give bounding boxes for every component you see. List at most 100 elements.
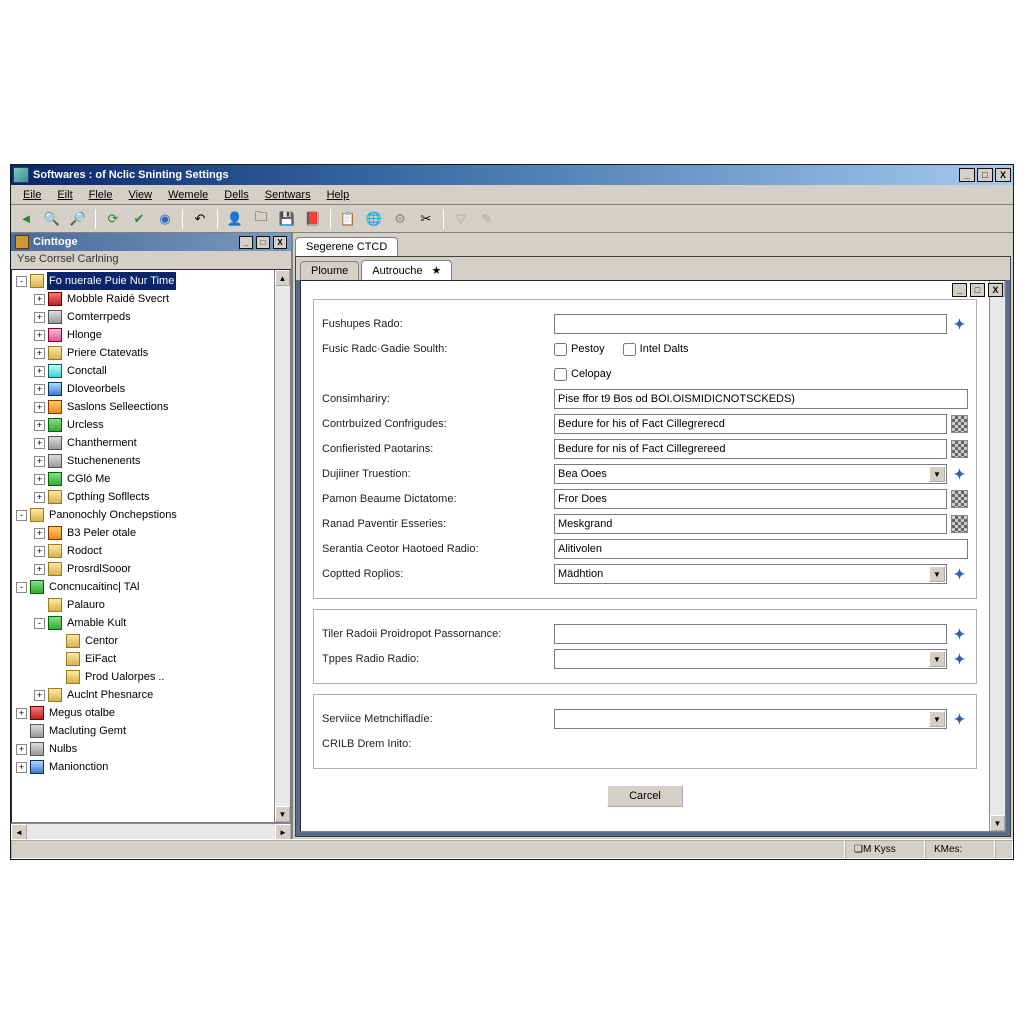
tree-expander-icon[interactable]: + <box>34 438 45 449</box>
browse-icon[interactable] <box>951 490 968 508</box>
checkbox-pestoy[interactable]: Pestoy <box>554 343 605 356</box>
doc-close-button[interactable]: X <box>988 283 1003 297</box>
world-icon[interactable]: 🌐 <box>363 208 385 230</box>
browse-icon[interactable] <box>951 415 968 433</box>
tree-node[interactable]: Macluting Gemt <box>12 722 274 740</box>
save-icon[interactable]: 💾 <box>276 208 298 230</box>
paste-icon[interactable]: 📋 <box>337 208 359 230</box>
user-icon[interactable]: 👤 <box>224 208 246 230</box>
tree-expander-icon[interactable]: - <box>16 510 27 521</box>
tree-expander-icon[interactable]: + <box>34 528 45 539</box>
menu-view[interactable]: View <box>120 187 160 203</box>
tree-node[interactable]: +Megus otalbe <box>12 704 274 722</box>
tree-node[interactable]: EiFact <box>12 650 274 668</box>
tree-node[interactable]: +Conctall <box>12 362 274 380</box>
form-vertical-scrollbar[interactable]: ▲ ▼ <box>989 281 1005 831</box>
combo-dujiiner[interactable]: Bea Ooes▼ <box>554 464 947 484</box>
tree-node[interactable]: -Fo nuerale Puie Nur Time <box>12 272 274 290</box>
tree-node[interactable]: Centor <box>12 632 274 650</box>
menu-wemele[interactable]: Wemele <box>160 187 216 203</box>
combo-tppes[interactable]: ▼ <box>554 649 947 669</box>
tree-expander-icon[interactable]: + <box>16 744 27 755</box>
menu-file[interactable]: Eile <box>15 187 49 203</box>
tree-node[interactable]: +Hlonge <box>12 326 274 344</box>
tree-expander-icon[interactable]: + <box>34 330 45 341</box>
filter-icon[interactable]: ▽ <box>450 208 472 230</box>
cancel-button[interactable]: Carcel <box>607 785 683 807</box>
doc-maximize-button[interactable]: □ <box>970 283 985 297</box>
browse-icon[interactable] <box>951 440 968 458</box>
tree-node[interactable]: Prod Ualorpes .. <box>12 668 274 686</box>
menu-flele[interactable]: Flele <box>81 187 121 203</box>
input-pamon[interactable] <box>554 489 947 509</box>
panel-maximize-button[interactable]: □ <box>256 236 270 249</box>
action-icon[interactable]: ✦ <box>951 625 968 643</box>
combo-serviice[interactable]: ▼ <box>554 709 947 729</box>
tree-node[interactable]: +Manionction <box>12 758 274 776</box>
tab-segerene[interactable]: Segerene CTCD <box>295 237 398 256</box>
scroll-down-icon[interactable]: ▼ <box>275 806 290 822</box>
scroll-up-icon[interactable]: ▲ <box>275 270 290 286</box>
tree-node[interactable]: +Nulbs <box>12 740 274 758</box>
cut-icon[interactable]: ✂ <box>415 208 437 230</box>
book-icon[interactable]: 📕 <box>302 208 324 230</box>
combo-coptted[interactable]: Mädhtion▼ <box>554 564 947 584</box>
undo-icon[interactable]: ↶ <box>189 208 211 230</box>
input-contrbuized[interactable] <box>554 414 947 434</box>
tree-node[interactable]: Palauro <box>12 596 274 614</box>
maximize-button[interactable]: □ <box>977 168 993 182</box>
tree-expander-icon[interactable]: + <box>34 546 45 557</box>
checkbox-celopay[interactable]: Celopay <box>554 368 611 381</box>
tree-horizontal-scrollbar[interactable]: ◄ ► <box>11 823 291 839</box>
tree-node[interactable]: +Stuchenenents <box>12 452 274 470</box>
tree-node[interactable]: -Amable Kult <box>12 614 274 632</box>
menu-edit[interactable]: Eilt <box>49 187 80 203</box>
tree-node[interactable]: +Cpthing Sofllects <box>12 488 274 506</box>
action-icon[interactable]: ✦ <box>951 650 968 668</box>
minimize-button[interactable]: _ <box>959 168 975 182</box>
tree-expander-icon[interactable]: + <box>34 384 45 395</box>
tree-expander-icon[interactable]: + <box>16 762 27 773</box>
scroll-track[interactable] <box>275 286 290 806</box>
tree-node[interactable]: +Saslons Selleections <box>12 398 274 416</box>
tree-node[interactable]: +Rodoct <box>12 542 274 560</box>
tree-node[interactable]: +Auclnt Phesnarce <box>12 686 274 704</box>
chevron-down-icon[interactable]: ▼ <box>929 651 945 667</box>
zoom-in-icon[interactable]: 🔍 <box>41 208 63 230</box>
scroll-left-icon[interactable]: ◄ <box>11 824 27 839</box>
input-tiler[interactable] <box>554 624 947 644</box>
tree-expander-icon[interactable]: + <box>34 348 45 359</box>
action-icon[interactable]: ✦ <box>951 465 968 483</box>
input-serantia[interactable] <box>554 539 968 559</box>
tree-expander-icon[interactable]: - <box>16 582 27 593</box>
tab-autrouche[interactable]: Autrouche ★ <box>361 260 452 280</box>
chevron-down-icon[interactable]: ▼ <box>929 466 945 482</box>
tree-node[interactable]: -Panonochly Onchepstions <box>12 506 274 524</box>
tree-expander-icon[interactable]: + <box>34 474 45 485</box>
tree-node[interactable]: +B3 Peler otale <box>12 524 274 542</box>
folder-icon[interactable]: 🗀 <box>250 208 272 230</box>
scroll-track[interactable] <box>990 297 1005 815</box>
tab-ploume[interactable]: Ploume <box>300 261 359 280</box>
panel-close-button[interactable]: X <box>273 236 287 249</box>
action-icon[interactable]: ✦ <box>951 565 968 583</box>
tree-node[interactable]: +ProsrdlSooor <box>12 560 274 578</box>
menu-sentwars[interactable]: Sentwars <box>257 187 319 203</box>
chevron-down-icon[interactable]: ▼ <box>929 711 945 727</box>
tree-expander-icon[interactable]: + <box>34 456 45 467</box>
input-fushupes[interactable] <box>554 314 947 334</box>
tree-node[interactable]: +CGló Me <box>12 470 274 488</box>
tree-expander-icon[interactable]: - <box>16 276 27 287</box>
navigation-tree[interactable]: -Fo nuerale Puie Nur Time+Mobble Raidé S… <box>12 270 274 822</box>
tree-expander-icon[interactable]: + <box>34 294 45 305</box>
doc-minimize-button[interactable]: _ <box>952 283 967 297</box>
tree-node[interactable]: +Chantherment <box>12 434 274 452</box>
tree-expander-icon[interactable]: + <box>34 312 45 323</box>
back-icon[interactable]: ◄ <box>15 208 37 230</box>
close-button[interactable]: X <box>995 168 1011 182</box>
tree-node[interactable]: -Concnucaitinc| TAl <box>12 578 274 596</box>
tree-expander-icon[interactable]: + <box>34 492 45 503</box>
menu-help[interactable]: Help <box>319 187 358 203</box>
input-ranad[interactable] <box>554 514 947 534</box>
checkbox-intel-dalts[interactable]: Intel Dalts <box>623 343 689 356</box>
